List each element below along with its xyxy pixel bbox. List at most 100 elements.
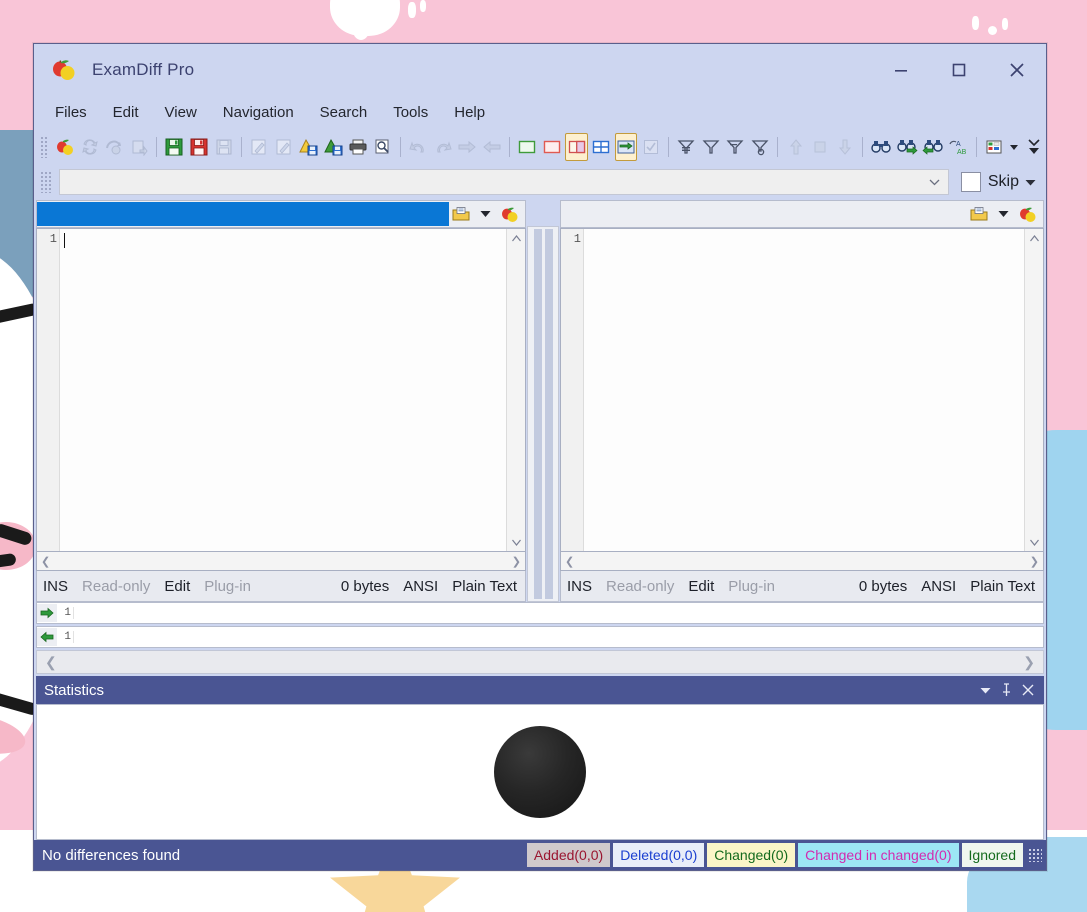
maximize-button[interactable] — [930, 44, 988, 95]
chevron-down-icon[interactable] — [991, 203, 1015, 225]
scroll-up-icon[interactable] — [1025, 229, 1043, 247]
toolbar-separator — [399, 136, 401, 157]
status-badge-changed[interactable]: Changed(0) — [707, 843, 796, 867]
svg-text:A: A — [956, 141, 961, 148]
status-badge-ignored[interactable]: Ignored — [961, 843, 1023, 867]
chevron-down-icon[interactable] — [922, 178, 948, 186]
right-vertical-scrollbar[interactable] — [1024, 229, 1043, 551]
sync-row-to-right[interactable]: 1 — [36, 602, 1044, 624]
filter-clear-icon[interactable] — [699, 133, 722, 161]
chevron-right-icon[interactable]: ❯ — [1030, 555, 1043, 568]
print-icon[interactable] — [347, 133, 370, 161]
arrow-right-green-icon[interactable] — [37, 604, 57, 622]
copy-left-to-right-icon[interactable] — [297, 133, 320, 161]
menu-item-help[interactable]: Help — [441, 99, 498, 126]
recompare-overlay-icon[interactable] — [103, 133, 126, 161]
chevron-left-icon[interactable]: ❮ — [37, 555, 50, 568]
undo-icon[interactable] — [407, 133, 430, 161]
filter-icon[interactable] — [675, 133, 698, 161]
find-prev-icon[interactable] — [921, 133, 945, 161]
show-deleted-icon[interactable] — [541, 133, 564, 161]
move-up-icon[interactable] — [784, 133, 807, 161]
toolbar-grip[interactable] — [40, 135, 49, 158]
resize-grip-icon[interactable] — [1028, 848, 1042, 862]
filter-lines-icon[interactable] — [724, 133, 747, 161]
pin-icon[interactable] — [1001, 683, 1012, 697]
minimize-button[interactable] — [872, 44, 930, 95]
open-folder-icon[interactable] — [449, 203, 473, 225]
diff-overview-bar[interactable] — [527, 226, 559, 602]
caret-down-icon[interactable] — [980, 687, 991, 694]
show-added-icon[interactable] — [516, 133, 539, 161]
skip-checkbox[interactable] — [960, 172, 981, 192]
compare-files-icon[interactable] — [54, 133, 77, 161]
next-change-icon[interactable] — [456, 133, 479, 161]
show-table-icon[interactable] — [590, 133, 613, 161]
left-file-path[interactable] — [37, 202, 449, 226]
menu-item-navigation[interactable]: Navigation — [210, 99, 307, 126]
pane-splitter[interactable] — [526, 200, 560, 602]
find-next-icon[interactable] — [895, 133, 919, 161]
scroll-up-icon[interactable] — [507, 229, 525, 247]
apple-lemon-icon[interactable] — [497, 203, 521, 225]
close-icon[interactable] — [1022, 684, 1034, 696]
recompare-icon[interactable] — [78, 133, 101, 161]
copy-right-to-left-icon[interactable] — [322, 133, 345, 161]
caret-down-icon[interactable] — [1025, 179, 1036, 186]
apple-lemon-icon[interactable] — [1015, 203, 1039, 225]
status-badge-changed-in-changed[interactable]: Changed in changed(0) — [798, 843, 959, 867]
edit-left-icon[interactable] — [248, 133, 271, 161]
open-folder-icon[interactable] — [967, 203, 991, 225]
save-right-icon[interactable] — [188, 133, 211, 161]
replace-icon[interactable]: A AB — [947, 133, 970, 161]
filter-combo[interactable] — [59, 169, 949, 195]
arrow-left-green-icon[interactable] — [37, 628, 57, 646]
save-left-icon[interactable] — [163, 133, 186, 161]
chevron-left-icon[interactable]: ❮ — [45, 654, 57, 671]
stop-icon[interactable] — [809, 133, 832, 161]
left-vertical-scrollbar[interactable] — [506, 229, 525, 551]
scroll-down-icon[interactable] — [1025, 533, 1043, 551]
menu-item-edit[interactable]: Edit — [100, 99, 152, 126]
bottom-horizontal-scrollbar[interactable]: ❮ ❯ — [36, 650, 1044, 674]
chevron-left-icon[interactable]: ❮ — [561, 555, 574, 568]
filter-toolbar-grip[interactable] — [40, 171, 51, 193]
redo-icon[interactable] — [431, 133, 454, 161]
prev-change-icon[interactable] — [481, 133, 504, 161]
right-editor[interactable]: 1 — [560, 228, 1044, 552]
show-changed-icon[interactable] — [565, 132, 589, 161]
options-dropdown-icon[interactable] — [1007, 133, 1020, 161]
status-badge-deleted[interactable]: Deleted(0,0) — [613, 843, 705, 867]
edit-right-icon[interactable] — [273, 133, 296, 161]
menu-item-files[interactable]: Files — [42, 99, 100, 126]
menu-item-search[interactable]: Search — [307, 99, 381, 126]
options-icon[interactable] — [982, 133, 1005, 161]
left-text-area[interactable] — [60, 229, 506, 551]
status-badge-added[interactable]: Added(0,0) — [526, 843, 611, 867]
menu-item-view[interactable]: View — [152, 99, 210, 126]
close-button[interactable] — [988, 44, 1046, 95]
title-bar[interactable]: ExamDiff Pro — [34, 44, 1046, 95]
toolbar-overflow-icon[interactable] — [1022, 133, 1045, 161]
chevron-right-icon[interactable]: ❯ — [512, 555, 525, 568]
sync-row-to-left[interactable]: 1 — [36, 626, 1044, 648]
move-down-icon[interactable] — [834, 133, 857, 161]
export-icon[interactable] — [128, 133, 151, 161]
right-file-path[interactable] — [561, 202, 967, 226]
left-editor[interactable]: 1 — [36, 228, 526, 552]
check-box-icon[interactable] — [639, 133, 662, 161]
right-horizontal-scrollbar[interactable]: ❮ ❯ — [560, 552, 1044, 571]
save-as-icon[interactable] — [212, 133, 235, 161]
right-text-area[interactable] — [584, 229, 1024, 551]
filter-settings-icon[interactable] — [749, 133, 772, 161]
skip-control[interactable]: Skip — [960, 172, 1036, 192]
sync-scroll-icon[interactable] — [614, 132, 638, 161]
find-icon[interactable] — [869, 133, 893, 161]
chevron-right-icon[interactable]: ❯ — [1023, 654, 1035, 671]
left-horizontal-scrollbar[interactable]: ❮ ❯ — [36, 552, 526, 571]
main-status-bar: No differences found Added(0,0) Deleted(… — [34, 840, 1046, 870]
menu-item-tools[interactable]: Tools — [380, 99, 441, 126]
chevron-down-icon[interactable] — [473, 203, 497, 225]
scroll-down-icon[interactable] — [507, 533, 525, 551]
print-preview-icon[interactable] — [371, 133, 394, 161]
